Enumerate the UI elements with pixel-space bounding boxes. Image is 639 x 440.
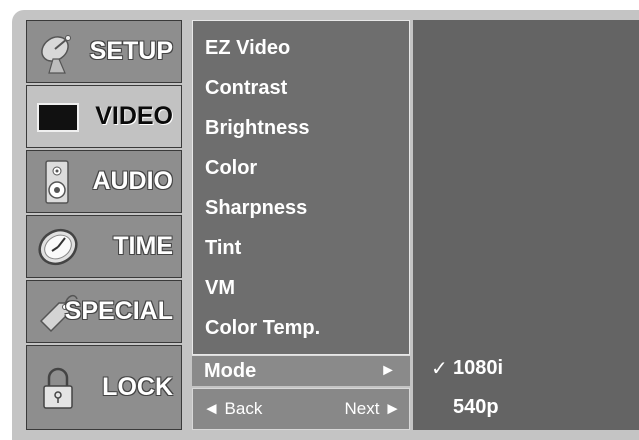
menu-item-color[interactable]: Color <box>205 151 257 185</box>
sidebar-item-special[interactable]: SPECIAL <box>26 280 182 343</box>
menu-item-color-temp[interactable]: Color Temp. <box>205 311 320 345</box>
menu-item-mode[interactable]: Mode ► <box>192 355 410 386</box>
menu-item-label: Mode <box>204 359 257 382</box>
sidebar-item-video[interactable]: VIDEO <box>26 85 182 148</box>
menu-item-sharpness[interactable]: Sharpness <box>205 191 307 225</box>
option-label: 1080i <box>453 356 504 379</box>
option-540p[interactable]: 540p <box>431 392 499 422</box>
mode-options-panel: ✓ 1080i 540p <box>413 20 639 430</box>
option-1080i[interactable]: ✓ 1080i <box>431 353 503 383</box>
back-button[interactable]: ◄ Back <box>203 389 262 429</box>
sidebar-item-time[interactable]: TIME <box>26 215 182 278</box>
navigation-bar: ◄ Back Next ► <box>192 388 410 430</box>
clock-icon <box>35 224 81 270</box>
sidebar-item-label: AUDIO <box>92 167 173 195</box>
sidebar-item-label: VIDEO <box>95 102 173 130</box>
right-arrow-icon: ► <box>380 362 396 379</box>
check-icon: ✓ <box>431 357 448 380</box>
sidebar-item-setup[interactable]: SETUP <box>26 20 182 83</box>
sidebar: SETUP VIDEO AUDIO TIME SPECIAL LOCK <box>26 20 184 430</box>
sidebar-item-lock[interactable]: LOCK <box>26 345 182 430</box>
padlock-icon <box>35 364 81 410</box>
sidebar-item-label: LOCK <box>102 373 173 401</box>
satellite-dish-icon <box>35 29 81 75</box>
menu-item-tint[interactable]: Tint <box>205 231 241 265</box>
menu-item-ez-video[interactable]: EZ Video <box>205 31 290 65</box>
menu-item-contrast[interactable]: Contrast <box>205 71 287 105</box>
sidebar-item-label: SPECIAL <box>64 297 173 325</box>
sidebar-item-audio[interactable]: AUDIO <box>26 150 182 213</box>
tv-screen-icon <box>35 94 81 140</box>
sidebar-item-label: TIME <box>113 232 173 260</box>
menu-item-brightness[interactable]: Brightness <box>205 111 309 145</box>
speaker-icon <box>35 159 81 205</box>
sidebar-item-label: SETUP <box>89 37 173 65</box>
video-submenu: EZ Video Contrast Brightness Color Sharp… <box>192 20 410 355</box>
option-label: 540p <box>453 395 499 418</box>
next-button[interactable]: Next ► <box>344 389 401 429</box>
menu-item-vm[interactable]: VM <box>205 271 235 305</box>
